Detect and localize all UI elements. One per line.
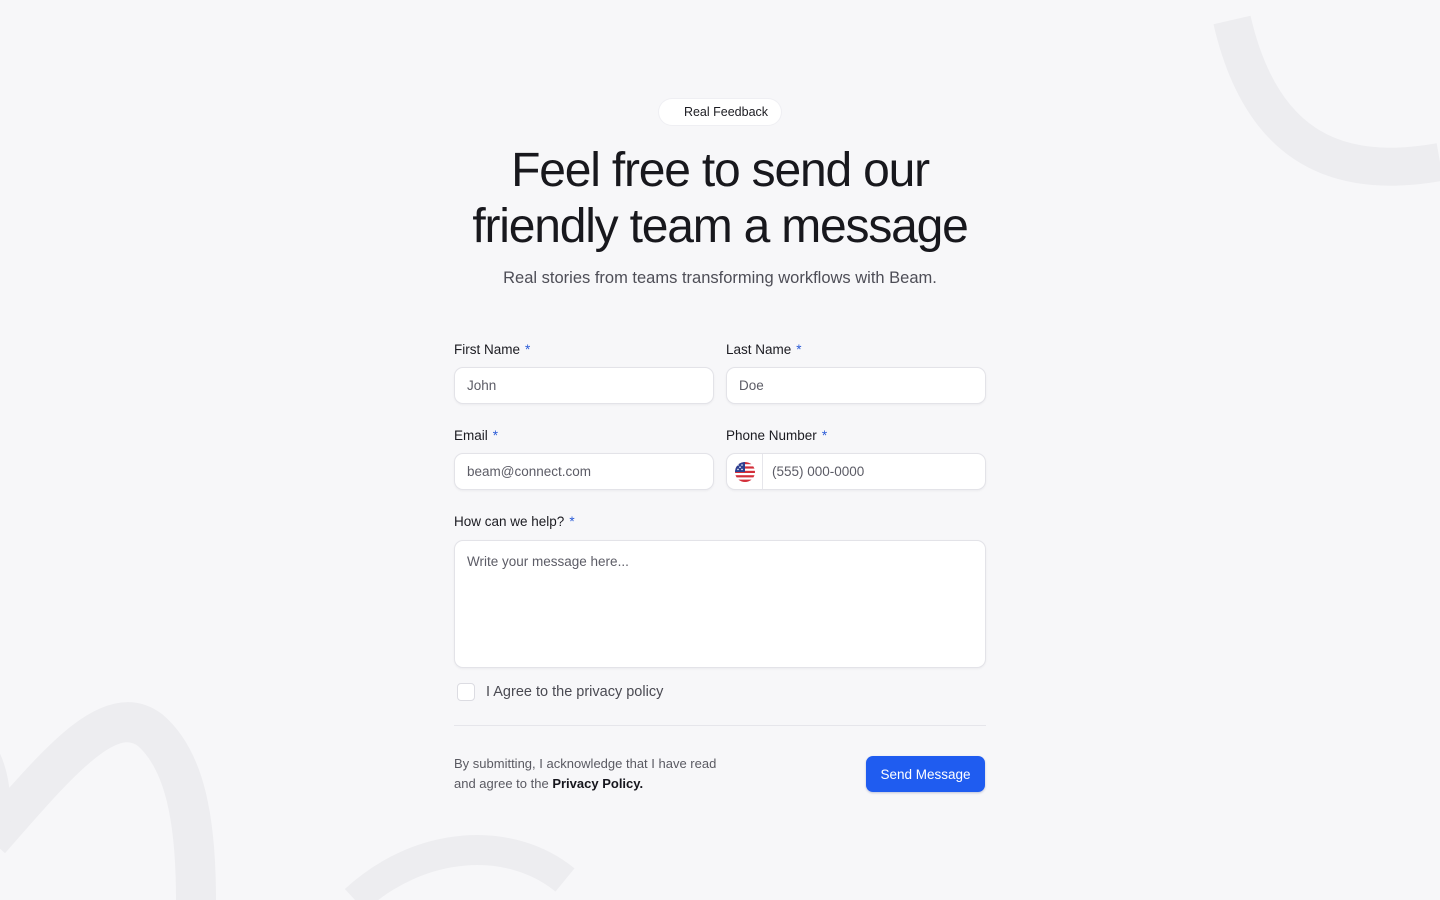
- email-label-text: Email: [454, 428, 488, 443]
- form-divider: [454, 725, 986, 726]
- last-name-field-wrapper: [726, 367, 986, 404]
- first-name-input[interactable]: [455, 368, 713, 403]
- last-name-label-text: Last Name: [726, 342, 792, 357]
- required-marker: *: [796, 342, 802, 357]
- title-line-2: friendly team a message: [472, 200, 969, 253]
- phone-field-wrapper: [726, 453, 986, 490]
- country-selector[interactable]: [727, 454, 763, 489]
- first-name-field-wrapper: [454, 367, 714, 404]
- message-textarea[interactable]: [455, 541, 985, 667]
- email-field-wrapper: [454, 453, 714, 490]
- required-marker: *: [492, 428, 499, 443]
- last-name-label: Last Name *: [726, 340, 802, 360]
- message-label: How can we help? *: [454, 512, 575, 532]
- phone-label: Phone Number *: [726, 426, 827, 446]
- send-message-button[interactable]: Send Message: [866, 756, 985, 792]
- bottom-left-curve: [0, 702, 216, 900]
- last-name-input[interactable]: [727, 368, 985, 403]
- required-marker: *: [821, 428, 828, 443]
- top-right-curve: [1213, 15, 1440, 186]
- phone-label-text: Phone Number: [726, 428, 817, 443]
- page-title: Feel free to send our friendly team a me…: [320, 143, 1120, 255]
- title-line-1: Feel free to send our: [511, 144, 930, 197]
- privacy-policy-link[interactable]: Privacy Policy.: [552, 776, 643, 791]
- first-name-label-text: First Name: [454, 342, 521, 357]
- phone-input[interactable]: [763, 454, 985, 489]
- bottom-center-curve: [344, 835, 575, 900]
- page-subtitle: Real stories from teams transforming wor…: [503, 269, 937, 287]
- privacy-checkbox[interactable]: [457, 683, 475, 701]
- legal-notice: By submitting, I acknowledge that I have…: [454, 754, 734, 794]
- email-label: Email *: [454, 426, 498, 446]
- real-feedback-badge: Real Feedback: [659, 99, 781, 125]
- required-marker: *: [525, 342, 531, 357]
- required-marker: *: [569, 514, 575, 529]
- contact-page: Real Feedback Feel free to send our frie…: [0, 0, 1440, 900]
- message-field-wrapper: [454, 540, 986, 668]
- message-label-text: How can we help?: [454, 514, 565, 529]
- us-flag-icon: [734, 461, 755, 482]
- first-name-label: First Name *: [454, 340, 530, 360]
- email-input[interactable]: [455, 454, 713, 489]
- bottom-left-edge-curve: [0, 753, 11, 842]
- privacy-checkbox-label[interactable]: I Agree to the privacy policy: [486, 682, 663, 702]
